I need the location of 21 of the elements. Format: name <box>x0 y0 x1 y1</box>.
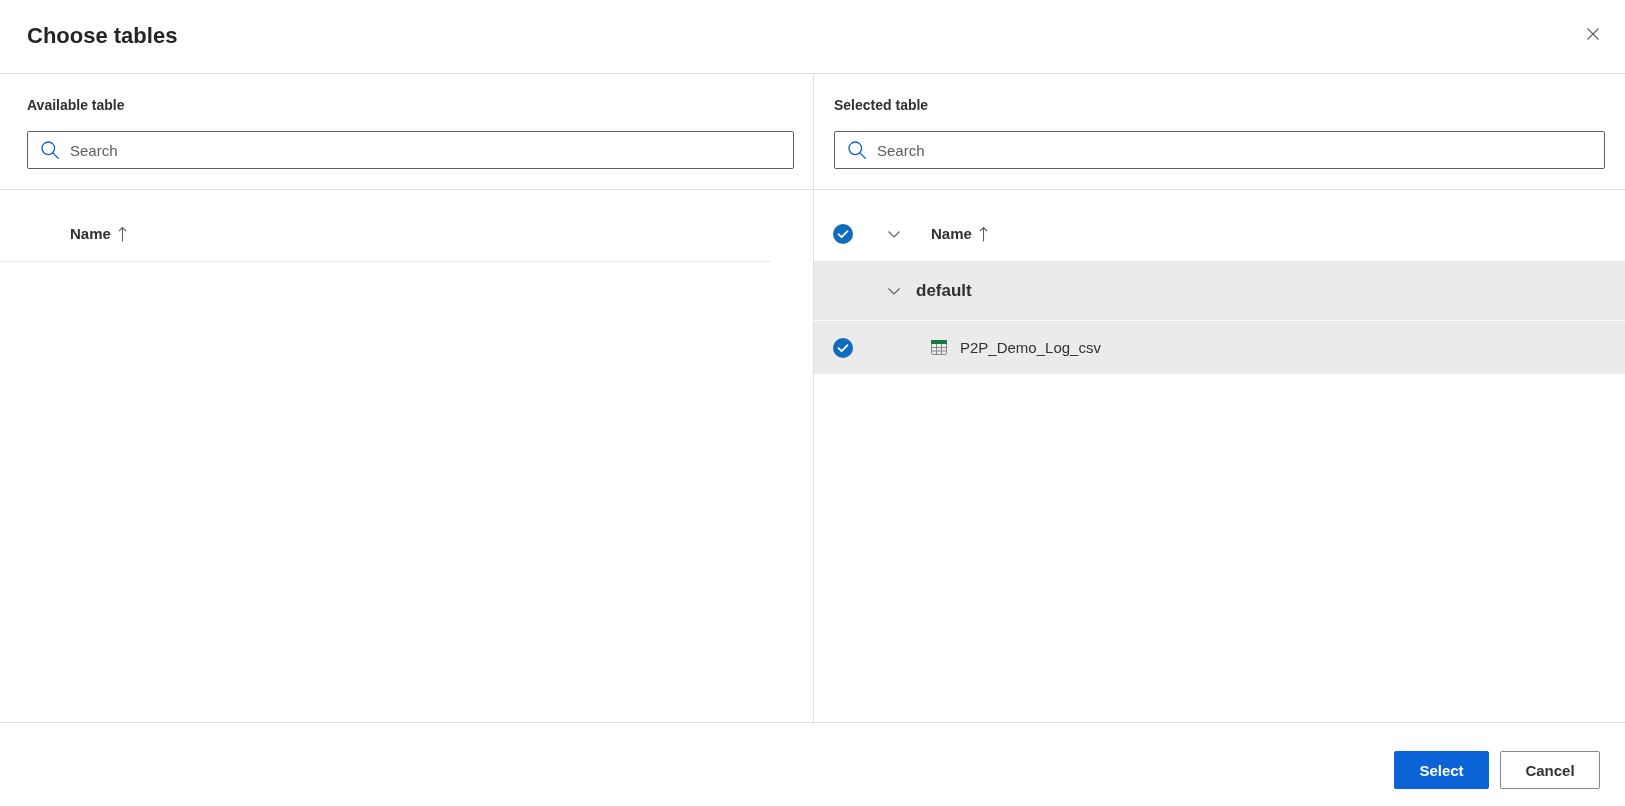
close-icon <box>1587 28 1599 40</box>
select-all-checkbox[interactable] <box>833 224 853 244</box>
section-label: Available table <box>27 96 126 115</box>
select-button[interactable]: Select <box>1394 751 1489 789</box>
row-checkbox[interactable] <box>833 337 853 358</box>
column-header[interactable]: Name <box>931 224 988 244</box>
dialog-title: Choose tables <box>27 21 178 50</box>
search-field[interactable]: Search <box>27 131 794 169</box>
table-name: P2P_Demo_Log_csv <box>960 339 1101 356</box>
group-header-row[interactable]: default <box>814 262 1625 321</box>
search-icon <box>41 141 59 159</box>
table-row[interactable]: P2P_Demo_Log_csv <box>814 321 1625 374</box>
table-icon <box>931 340 947 355</box>
cancel-button[interactable]: Cancel <box>1500 751 1600 789</box>
search-icon <box>848 141 866 159</box>
chevron-down-icon[interactable] <box>888 230 900 238</box>
chevron-down-icon[interactable] <box>888 287 900 295</box>
column-header[interactable]: Name <box>70 224 127 244</box>
search-field[interactable]: Search <box>834 131 1605 169</box>
section-label: Selected table <box>834 96 930 115</box>
group-name: default <box>916 281 972 301</box>
